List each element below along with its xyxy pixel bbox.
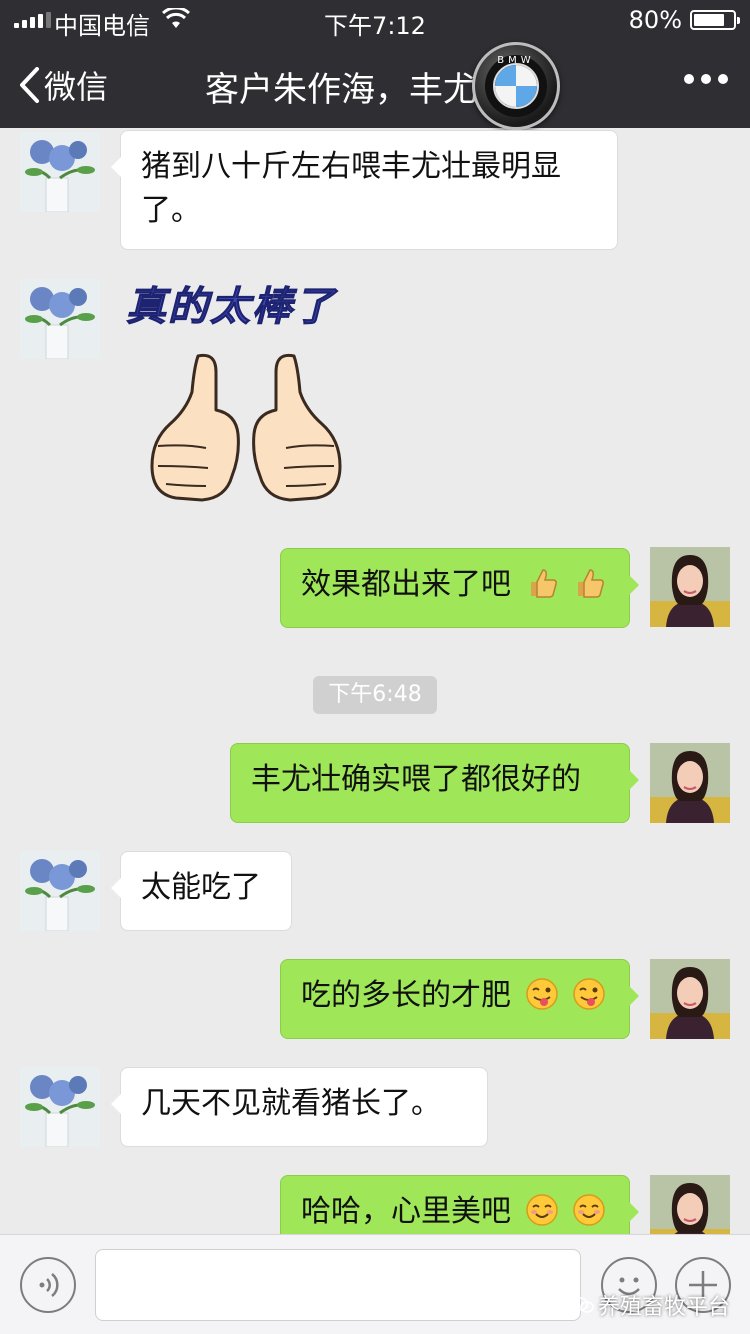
message-bubble[interactable]: 太能吃了 bbox=[111, 851, 292, 931]
message-input[interactable] bbox=[95, 1249, 581, 1321]
thumbs-up-emoji-icon bbox=[530, 569, 557, 598]
thumbs-up-sticker[interactable]: 真的太棒了 bbox=[126, 274, 366, 522]
top-bar: 中国电信 下午7:12 80% 微信 客户朱作海，丰尤壮安 bbox=[0, 0, 750, 128]
back-label: 微信 bbox=[44, 68, 109, 106]
thumbs-up-emoji-icon bbox=[578, 569, 605, 598]
my-avatar[interactable] bbox=[650, 1175, 730, 1234]
flower-vase-icon bbox=[20, 132, 100, 212]
message-text: 几天不见就看猪长了。 bbox=[141, 1086, 441, 1121]
wechat-icon bbox=[571, 1297, 594, 1313]
voice-icon bbox=[39, 1273, 59, 1297]
my-avatar[interactable] bbox=[650, 959, 730, 1039]
input-bar: 养殖畜牧平台 bbox=[0, 1234, 750, 1334]
message-text: 吃的多长的才肥 bbox=[301, 978, 511, 1013]
message-timestamp: 下午6:48 bbox=[313, 676, 437, 714]
chat-area[interactable]: 猪到八十斤左右喂丰尤壮最明显了。 真的太棒了 效果都出来了吧 下午6:48 丰尤… bbox=[0, 128, 750, 1234]
message-text: 丰尤壮确实喂了都很好的 bbox=[251, 762, 581, 797]
contact-avatar[interactable] bbox=[20, 851, 100, 931]
my-avatar[interactable] bbox=[650, 743, 730, 823]
smile-emoji-icon bbox=[573, 1194, 605, 1226]
battery-percent: 80% bbox=[628, 6, 682, 34]
message-text: 猪到八十斤左右喂丰尤壮最明显了。 bbox=[141, 149, 561, 228]
contact-avatar[interactable] bbox=[20, 279, 100, 359]
message-bubble[interactable]: 哈哈，心里美吧 bbox=[280, 1175, 639, 1234]
user-photo-icon bbox=[650, 743, 730, 823]
nav-bar: 微信 客户朱作海，丰尤壮安 bbox=[0, 40, 750, 128]
smile-emoji-icon bbox=[525, 1194, 558, 1226]
message-bubble[interactable]: 猪到八十斤左右喂丰尤壮最明显了。 bbox=[111, 130, 618, 250]
watermark: 养殖畜牧平台 bbox=[571, 1289, 730, 1321]
message-bubble[interactable]: 几天不见就看猪长了。 bbox=[111, 1067, 488, 1147]
battery-icon bbox=[690, 10, 740, 30]
message-bubble[interactable]: 效果都出来了吧 bbox=[280, 548, 639, 628]
wink-tongue-emoji-icon bbox=[525, 978, 558, 1010]
status-bar: 中国电信 下午7:12 80% bbox=[0, 0, 750, 40]
sticker-caption: 真的太棒了 bbox=[126, 283, 336, 331]
wink-tongue-emoji-icon bbox=[573, 978, 605, 1010]
flower-vase-icon bbox=[20, 1067, 100, 1147]
user-photo-icon bbox=[650, 959, 730, 1039]
bmw-logo: BMW bbox=[472, 42, 560, 130]
user-photo-icon bbox=[650, 1175, 730, 1234]
thumbs-up-icon bbox=[150, 353, 342, 502]
user-photo-icon bbox=[650, 547, 730, 627]
chevron-left-icon bbox=[20, 67, 39, 103]
contact-avatar[interactable] bbox=[20, 132, 100, 212]
message-text: 哈哈，心里美吧 bbox=[301, 1194, 511, 1229]
watermark-text: 养殖畜牧平台 bbox=[597, 1295, 730, 1320]
more-options-button[interactable] bbox=[684, 74, 728, 84]
back-button[interactable]: 微信 bbox=[18, 62, 108, 108]
message-text: 效果都出来了吧 bbox=[301, 567, 511, 602]
message-text: 太能吃了 bbox=[141, 870, 261, 905]
contact-avatar[interactable] bbox=[20, 1067, 100, 1147]
flower-vase-icon bbox=[20, 851, 100, 931]
my-avatar[interactable] bbox=[650, 547, 730, 627]
message-bubble[interactable]: 丰尤壮确实喂了都很好的 bbox=[230, 743, 639, 823]
voice-button[interactable] bbox=[20, 1257, 76, 1313]
flower-vase-icon bbox=[20, 279, 100, 359]
message-bubble[interactable]: 吃的多长的才肥 bbox=[280, 959, 639, 1039]
